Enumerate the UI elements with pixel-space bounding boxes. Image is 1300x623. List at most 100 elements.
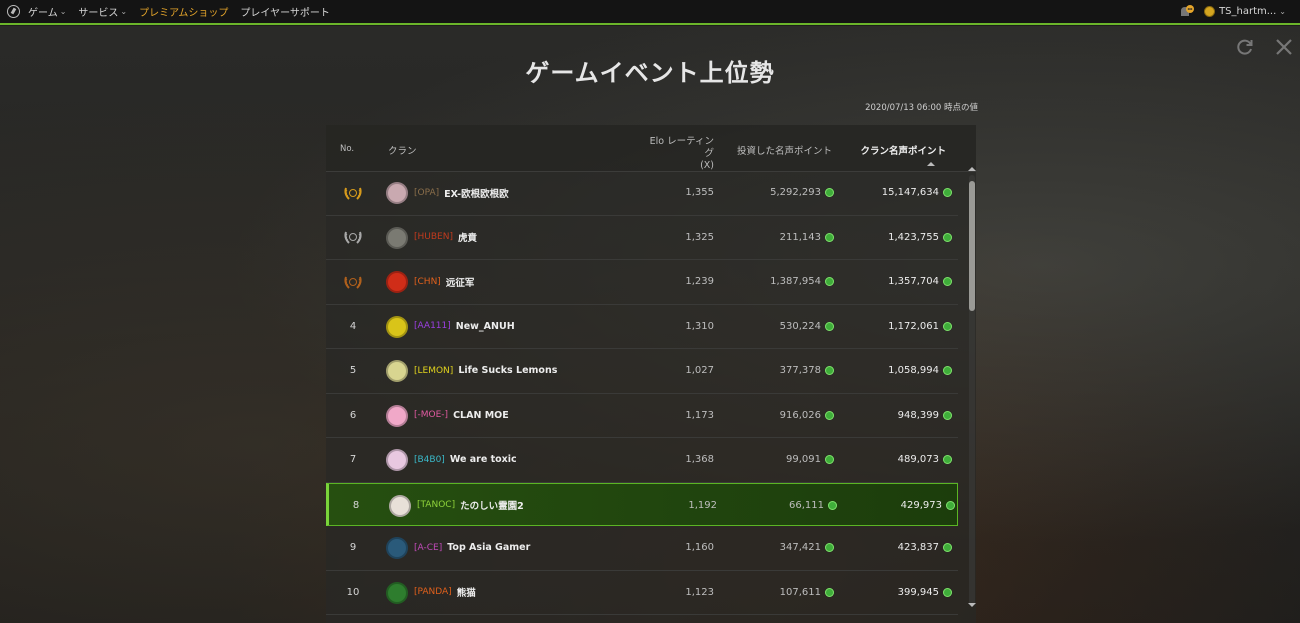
- header-invested-points[interactable]: 投資した名声ポイント: [726, 143, 832, 157]
- nav-games-label: ゲーム: [28, 8, 58, 19]
- clan-cell[interactable]: [B4B0] We are toxic: [414, 438, 517, 481]
- clan-cell[interactable]: [LEMON] Life Sucks Lemons: [414, 349, 557, 392]
- clan-emblem-icon[interactable]: [389, 494, 411, 517]
- leaderboard-panel: No. クラン Elo レーティング (X) 投資した名声ポイント クラン名声ポ…: [326, 125, 976, 623]
- table-row[interactable]: 9 [A-CE] Top Asia Gamer 1,160 347,421 423,837: [326, 526, 958, 571]
- table-row[interactable]: 7 [B4B0] We are toxic 1,368 99,091 489,073: [326, 438, 958, 483]
- clan-name[interactable]: We are toxic: [450, 454, 517, 465]
- clan-tag[interactable]: [TANOC]: [417, 500, 455, 510]
- clan-points-cell: 423,837: [846, 526, 952, 569]
- scrollbar[interactable]: [968, 167, 976, 613]
- clan-tag[interactable]: [-MOE-]: [414, 410, 448, 420]
- clan-name[interactable]: New_ANUH: [456, 321, 515, 332]
- nav-games[interactable]: ゲーム ⌄: [28, 4, 66, 19]
- clan-cell[interactable]: [-MOE-] CLAN MOE: [414, 394, 509, 437]
- clan-tag[interactable]: [OPA]: [414, 188, 439, 198]
- clan-points-cell: 429,973: [849, 484, 955, 527]
- table-row[interactable]: 4 [AA111] New_ANUH 1,310 530,224 1,172,061: [326, 305, 958, 349]
- table-row[interactable]: 2 [HUBEN] 虎賁 1,325 211,143 1,423,755: [326, 216, 958, 260]
- nav-services[interactable]: サービス ⌄: [78, 4, 127, 19]
- notification-bell-icon[interactable]: [1178, 4, 1195, 19]
- user-menu[interactable]: TS_hartm... ⌄: [1204, 6, 1286, 17]
- elo-rating: 1,173: [685, 409, 714, 421]
- clan-points-cell: 1,172,061: [846, 305, 952, 348]
- fame-point-icon: [825, 277, 834, 286]
- header-no: No.: [340, 144, 355, 154]
- clan-points-cell: 1,058,994: [846, 349, 952, 392]
- table-row[interactable]: 8 [TANOC] たのしい霊園2 1,192 66,111 429,973: [326, 482, 958, 527]
- nav-premium-shop[interactable]: プレミアムショップ: [139, 4, 228, 19]
- table-row[interactable]: 1 [OPA] EX-欧根欧根欧 1,355 5,292,293 15,147,634: [326, 171, 958, 216]
- as-of-timestamp: 2020/07/13 06:00 時点の値: [865, 103, 978, 113]
- clan-emblem-icon[interactable]: [386, 449, 408, 471]
- rank-cell: 3: [338, 260, 368, 303]
- clan-tag[interactable]: [CHN]: [414, 277, 441, 287]
- clan-name[interactable]: 远征军: [446, 275, 475, 289]
- invested-points-cell: 377,378: [726, 349, 834, 392]
- clan-points: 1,357,704: [888, 276, 939, 287]
- invested-points: 5,292,293: [770, 187, 821, 198]
- clan-cell[interactable]: [A-CE] Top Asia Gamer: [414, 526, 530, 569]
- clan-tag[interactable]: [LEMON]: [414, 366, 453, 376]
- clan-name[interactable]: Top Asia Gamer: [447, 542, 530, 553]
- clan-emblem-icon[interactable]: [386, 404, 408, 427]
- scroll-thumb[interactable]: [969, 181, 975, 311]
- clan-cell[interactable]: [OPA] EX-欧根欧根欧: [414, 171, 509, 214]
- fame-point-icon: [825, 410, 834, 420]
- clan-name[interactable]: CLAN MOE: [453, 410, 509, 421]
- table-row[interactable]: 5 [LEMON] Life Sucks Lemons 1,027 377,378 1,0…: [326, 349, 958, 394]
- fame-point-icon: [943, 410, 952, 420]
- clan-emblem-icon[interactable]: [386, 581, 408, 604]
- header-clan[interactable]: クラン: [388, 143, 417, 157]
- clan-cell[interactable]: [PANDA] 熊猫: [414, 571, 476, 614]
- clan-points: 1,423,755: [888, 231, 939, 243]
- fame-point-icon: [828, 500, 837, 510]
- nav-player-support-label: プレイヤーサポート: [240, 8, 330, 19]
- bronze-laurel-icon: [344, 276, 362, 289]
- fame-point-icon: [825, 587, 834, 597]
- clan-emblem-icon[interactable]: [386, 537, 408, 559]
- clan-tag[interactable]: [AA111]: [414, 321, 451, 331]
- invested-points: 1,387,954: [770, 276, 821, 287]
- clan-tag[interactable]: [A-CE]: [414, 543, 442, 553]
- table-row[interactable]: 6 [-MOE-] CLAN MOE 1,173 916,026 948,399: [326, 394, 958, 438]
- nav-player-support[interactable]: プレイヤーサポート: [240, 4, 330, 19]
- clan-name[interactable]: EX-欧根欧根欧: [444, 186, 508, 200]
- scroll-down-icon[interactable]: [968, 603, 976, 607]
- clan-points-cell: 1,423,755: [846, 216, 952, 259]
- clan-points: 429,973: [900, 499, 942, 511]
- invested-points-cell: 211,143: [726, 216, 834, 259]
- clan-cell[interactable]: [HUBEN] 虎賁: [414, 216, 477, 259]
- fame-point-icon: [825, 321, 834, 331]
- header-elo[interactable]: Elo レーティング (X): [642, 136, 714, 172]
- page-title: ゲームイベント上位勢: [525, 59, 775, 87]
- scroll-up-icon[interactable]: [968, 167, 976, 171]
- wargaming-logo-icon[interactable]: [7, 5, 20, 18]
- fame-point-icon: [943, 543, 952, 552]
- elo-rating: 1,310: [685, 320, 714, 332]
- clan-tag[interactable]: [HUBEN]: [414, 232, 453, 242]
- clan-cell[interactable]: [AA111] New_ANUH: [414, 305, 515, 348]
- clan-name[interactable]: 虎賁: [458, 230, 477, 244]
- clan-emblem-icon[interactable]: [386, 315, 408, 338]
- fame-point-icon: [825, 543, 834, 552]
- clan-cell[interactable]: [CHN] 远征军: [414, 260, 474, 303]
- clan-tag[interactable]: [PANDA]: [414, 587, 452, 597]
- user-badge-icon: [1204, 6, 1216, 17]
- clan-cell[interactable]: [TANOC] たのしい霊園2: [417, 484, 524, 527]
- invested-points-cell: 916,026: [726, 394, 834, 437]
- table-row[interactable]: 10 [PANDA] 熊猫 1,123 107,611 399,945: [326, 571, 958, 615]
- clan-emblem-icon[interactable]: [386, 226, 408, 249]
- header-clan-points[interactable]: クラン名声ポイント: [846, 143, 946, 157]
- clan-emblem-icon[interactable]: [386, 360, 408, 382]
- clan-emblem-icon[interactable]: [386, 182, 408, 204]
- clan-tag[interactable]: [B4B0]: [414, 455, 445, 465]
- fame-point-icon: [943, 277, 952, 286]
- table-row[interactable]: 3 [CHN] 远征军 1,239 1,387,954 1,357,704: [326, 260, 958, 305]
- clan-name[interactable]: 熊猫: [457, 585, 476, 599]
- clan-name[interactable]: Life Sucks Lemons: [458, 365, 557, 376]
- clan-emblem-icon[interactable]: [386, 271, 408, 293]
- clan-name[interactable]: たのしい霊園2: [460, 498, 524, 512]
- clan-points: 399,945: [897, 586, 939, 598]
- elo-rating: 1,160: [685, 542, 714, 553]
